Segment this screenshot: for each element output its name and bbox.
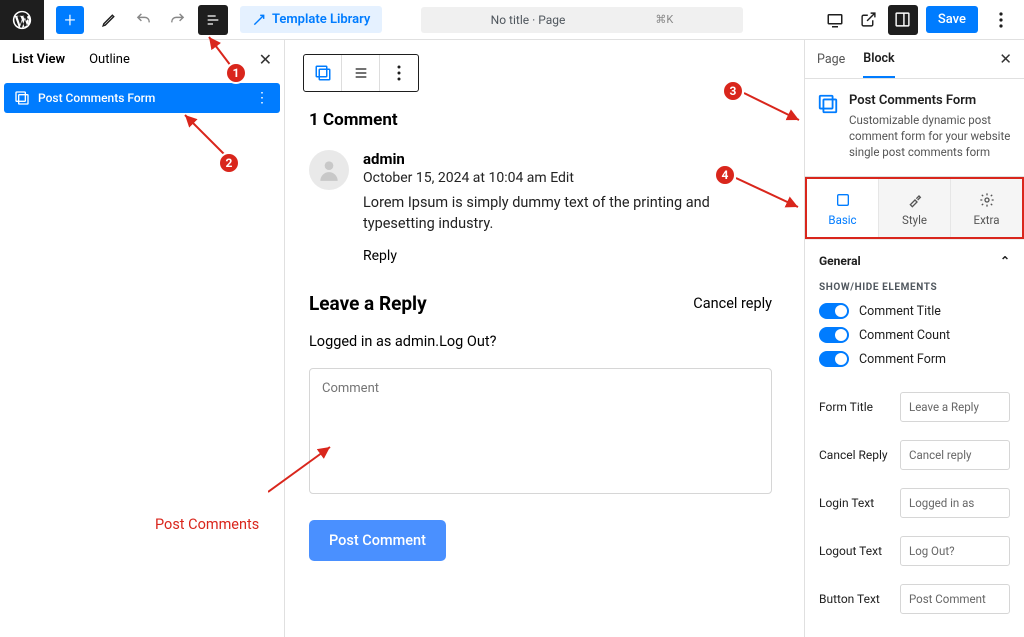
input-cancel-reply[interactable] bbox=[900, 440, 1010, 470]
field-login-text: Login Text bbox=[805, 482, 1024, 524]
field-button-text: Button Text bbox=[805, 578, 1024, 620]
style-icon bbox=[907, 192, 923, 208]
block-title: Post Comments Form bbox=[849, 93, 1012, 108]
subtab-style[interactable]: Style bbox=[879, 179, 951, 237]
edit-link[interactable]: Edit bbox=[550, 170, 574, 186]
settings-panel-toggle[interactable] bbox=[888, 5, 918, 35]
toggle-label: Comment Count bbox=[859, 328, 950, 343]
external-link-icon[interactable] bbox=[854, 5, 884, 35]
list-item-post-comments-form[interactable]: Post Comments Form ⋮ bbox=[4, 83, 280, 113]
annotation-post-comments: Post Comments bbox=[155, 516, 259, 533]
preview-desktop-icon[interactable] bbox=[820, 5, 850, 35]
basic-icon bbox=[835, 192, 851, 208]
toggle-comment-form[interactable] bbox=[819, 351, 849, 367]
undo-icon[interactable] bbox=[128, 5, 158, 35]
close-icon[interactable]: ✕ bbox=[259, 50, 272, 69]
chevron-up-icon: ⌃ bbox=[1000, 254, 1010, 268]
show-hide-label: SHOW/HIDE ELEMENTS bbox=[819, 282, 1010, 293]
template-library-button[interactable]: Template Library bbox=[240, 6, 382, 33]
tab-block[interactable]: Block bbox=[863, 51, 894, 78]
page-title-pill[interactable]: No title · Page ⌘K bbox=[421, 7, 744, 33]
block-info: Post Comments Form Customizable dynamic … bbox=[805, 79, 1024, 177]
comment-body: Lorem Ipsum is simply dummy text of the … bbox=[363, 192, 733, 234]
extra-icon bbox=[979, 192, 995, 208]
field-cancel-reply: Cancel Reply bbox=[805, 434, 1024, 476]
comments-form-icon bbox=[817, 93, 839, 115]
options-kebab-icon[interactable] bbox=[986, 5, 1016, 35]
input-logout-text[interactable] bbox=[900, 536, 1010, 566]
document-overview-button[interactable] bbox=[198, 5, 228, 35]
tab-list-view[interactable]: List View bbox=[12, 52, 65, 67]
list-item-label: Post Comments Form bbox=[38, 91, 155, 105]
logged-in-text: Logged in as admin.Log Out? bbox=[309, 333, 772, 350]
shortcut-hint: ⌘K bbox=[655, 13, 673, 26]
page-title-text: No title · Page bbox=[491, 13, 566, 27]
template-library-label: Template Library bbox=[272, 12, 370, 27]
list-item-options-icon[interactable]: ⋮ bbox=[255, 90, 270, 106]
leave-reply-heading: Leave a Reply bbox=[309, 292, 427, 315]
block-options-icon[interactable] bbox=[380, 55, 418, 91]
comment-item: admin October 15, 2024 at 10:04 am Edit … bbox=[309, 150, 772, 264]
annotation-3: 3 bbox=[722, 80, 744, 102]
edit-icon[interactable] bbox=[94, 5, 124, 35]
annotation-4: 4 bbox=[714, 164, 736, 186]
subtab-basic[interactable]: Basic bbox=[807, 179, 879, 237]
section-general[interactable]: General ⌃ bbox=[819, 250, 1010, 276]
field-logout-text: Logout Text bbox=[805, 530, 1024, 572]
add-block-button[interactable]: + bbox=[56, 6, 84, 34]
avatar bbox=[309, 150, 349, 190]
tab-page[interactable]: Page bbox=[817, 52, 845, 77]
toggle-comment-title[interactable] bbox=[819, 303, 849, 319]
comment-count: 1 Comment bbox=[309, 110, 772, 130]
comment-textarea[interactable] bbox=[309, 368, 772, 494]
toggle-label: Comment Title bbox=[859, 304, 941, 319]
field-form-title: Form Title bbox=[805, 386, 1024, 428]
toggle-comment-count[interactable] bbox=[819, 327, 849, 343]
block-type-icon[interactable] bbox=[304, 55, 342, 91]
top-toolbar: + Template Library No title · Page ⌘K Sa… bbox=[0, 0, 1024, 40]
comment-author: admin bbox=[363, 150, 733, 168]
save-button[interactable]: Save bbox=[926, 6, 978, 33]
close-icon[interactable]: ✕ bbox=[999, 50, 1012, 78]
input-button-text[interactable] bbox=[900, 584, 1010, 614]
settings-panel: Page Block ✕ Post Comments Form Customiz… bbox=[804, 40, 1024, 637]
annotation-2: 2 bbox=[218, 152, 240, 174]
annotation-1: 1 bbox=[225, 62, 247, 84]
post-comment-button[interactable]: Post Comment bbox=[309, 520, 446, 561]
toggle-label: Comment Form bbox=[859, 352, 946, 367]
block-description: Customizable dynamic post comment form f… bbox=[849, 112, 1012, 160]
comments-form-icon bbox=[14, 90, 30, 106]
comment-date: October 15, 2024 at 10:04 am Edit bbox=[363, 170, 733, 186]
cancel-reply-link[interactable]: Cancel reply bbox=[693, 295, 772, 312]
editor-canvas: 1 Comment admin October 15, 2024 at 10:0… bbox=[285, 40, 804, 637]
logout-link[interactable]: Log Out? bbox=[439, 333, 496, 350]
align-icon[interactable] bbox=[342, 55, 380, 91]
list-view-panel: List View Outline ✕ Post Comments Form ⋮ bbox=[0, 40, 285, 637]
input-form-title[interactable] bbox=[900, 392, 1010, 422]
input-login-text[interactable] bbox=[900, 488, 1010, 518]
wp-logo[interactable] bbox=[0, 0, 44, 40]
reply-link[interactable]: Reply bbox=[363, 248, 733, 264]
tab-outline[interactable]: Outline bbox=[89, 52, 130, 67]
redo-icon[interactable] bbox=[162, 5, 192, 35]
block-toolbar bbox=[303, 54, 419, 92]
subtab-extra[interactable]: Extra bbox=[951, 179, 1022, 237]
settings-subtabs: Basic Style Extra bbox=[805, 177, 1024, 239]
